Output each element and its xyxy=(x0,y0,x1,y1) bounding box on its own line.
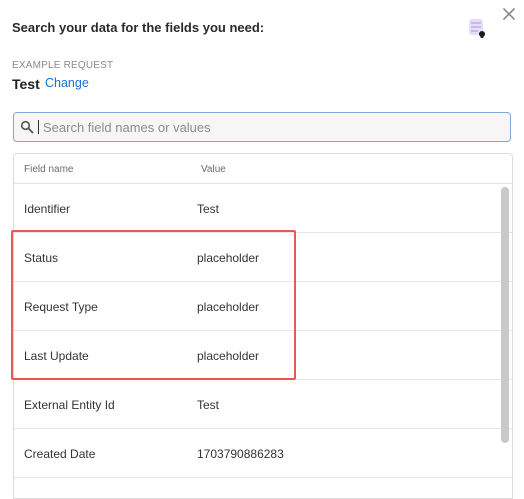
avatar[interactable] xyxy=(466,17,488,41)
highlight-box xyxy=(11,230,296,380)
column-header-field-name: Field name xyxy=(24,164,74,175)
field-name: External Entity Id xyxy=(24,398,115,412)
text-cursor xyxy=(38,120,39,134)
change-link[interactable]: Change xyxy=(45,76,89,90)
column-header-value: Value xyxy=(201,164,226,175)
close-icon xyxy=(503,8,515,20)
field-value: 1703790886283 xyxy=(197,447,284,461)
scrollbar[interactable] xyxy=(498,183,512,498)
dialog-title: Search your data for the fields you need… xyxy=(12,20,265,35)
search-box[interactable] xyxy=(13,112,511,142)
example-request-label: EXAMPLE REQUEST xyxy=(12,60,114,71)
scrollbar-thumb[interactable] xyxy=(501,187,509,443)
field-value: Test xyxy=(197,398,220,412)
table-row[interactable]: Created Date 1703790886283 xyxy=(14,429,512,478)
close-button[interactable] xyxy=(500,5,518,23)
field-value: Test xyxy=(197,202,220,216)
search-input[interactable] xyxy=(43,119,483,135)
field-name: Created Date xyxy=(24,447,96,461)
field-name: Identifier xyxy=(24,202,71,216)
avatar-icon xyxy=(469,19,485,38)
table-row[interactable]: Identifier Test xyxy=(14,184,512,233)
request-name: Test xyxy=(12,76,40,92)
table-row[interactable]: External Entity Id Test xyxy=(14,380,512,429)
search-icon xyxy=(20,120,34,134)
table-header: Field name Value xyxy=(14,154,512,184)
